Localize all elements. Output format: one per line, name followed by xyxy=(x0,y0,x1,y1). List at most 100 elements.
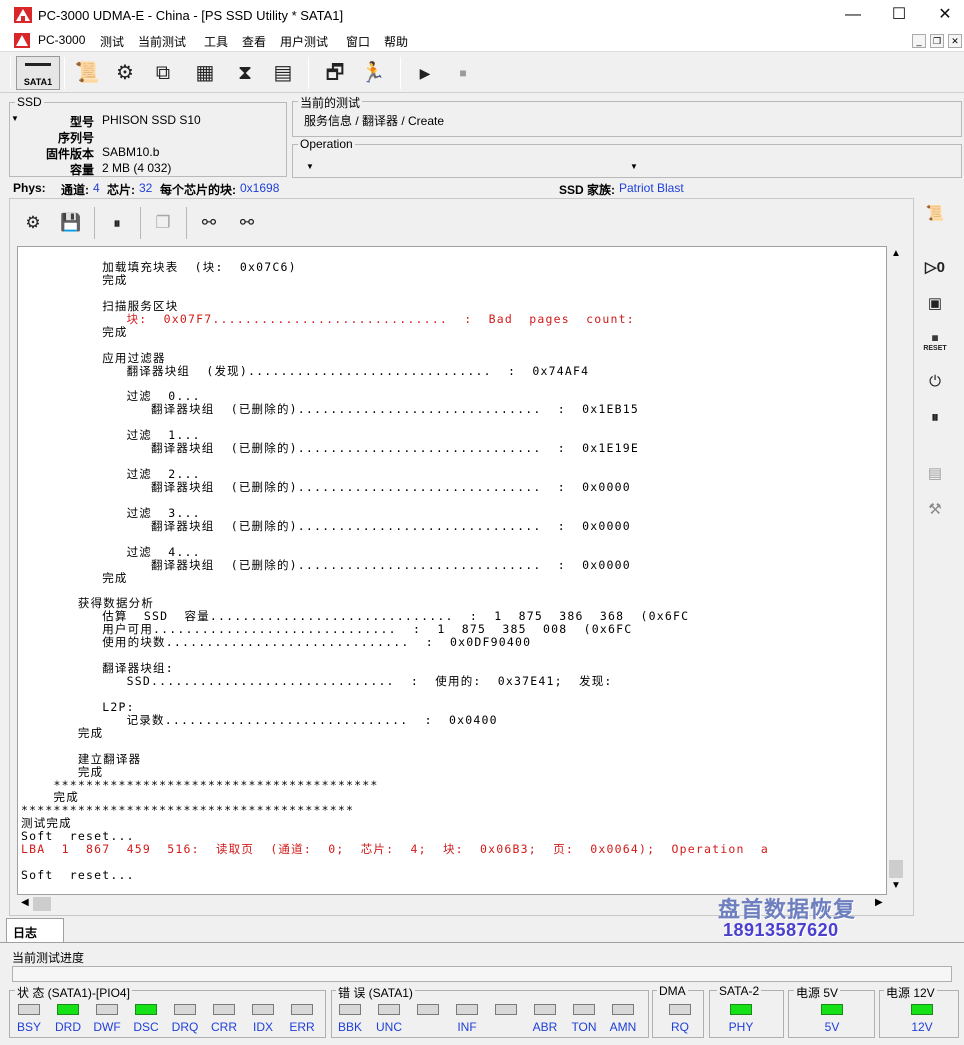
tools-icon[interactable]: ⚒ xyxy=(919,496,951,524)
led-label: INF xyxy=(457,1020,477,1034)
save-disk-icon[interactable]: 💾 xyxy=(56,209,86,237)
scroll-thumb[interactable] xyxy=(889,860,903,878)
mdi-close-button[interactable]: ✕ xyxy=(948,34,962,48)
gear-chip-icon[interactable]: ⚙ xyxy=(108,57,142,89)
toolbar-separator xyxy=(94,207,95,239)
status-led xyxy=(456,1004,478,1015)
toolbar-separator xyxy=(10,57,11,89)
log-line: 块: 0x07F7............................. :… xyxy=(21,311,635,326)
led-label: DWF xyxy=(93,1020,121,1034)
menu-tools[interactable]: 工具 xyxy=(204,33,228,50)
grid-table-icon[interactable]: ▤ xyxy=(266,57,300,89)
led-label: RQ xyxy=(671,1020,689,1034)
right-toolbar: 📜 ▷0 ▣ ▦ RESET ⏻ ⏸ ▤ ⚒ xyxy=(915,198,955,528)
windows-stack-icon[interactable]: 🗗 xyxy=(318,57,352,89)
menu-current-test[interactable]: 当前测试 xyxy=(138,33,186,50)
copy-disabled-icon[interactable]: ❐ xyxy=(148,209,178,237)
ssd-family-label: SSD 家族: xyxy=(559,183,616,197)
led-label: DRD xyxy=(55,1020,81,1034)
blocks-per-chip-value: 0x1698 xyxy=(240,181,280,195)
power5v-group-label: 电源 5V xyxy=(794,984,841,1001)
log-line: 过滤 3... xyxy=(21,505,201,520)
mdi-minimize-button[interactable]: _ xyxy=(912,34,926,48)
led-label: DRQ xyxy=(171,1020,199,1034)
power12v-group-label: 电源 12V xyxy=(884,984,937,1001)
copy-chip-icon[interactable]: ⧉ xyxy=(146,57,180,89)
log-line: 翻译器块组 (已删除的)............................… xyxy=(21,479,631,494)
chip-tool-icon[interactable]: ▦ xyxy=(188,57,222,89)
chip-disabled-icon[interactable]: ▤ xyxy=(919,460,951,488)
stop-icon[interactable]: ■ xyxy=(446,57,480,89)
log-line: 建立翻译器 xyxy=(21,751,142,766)
info-scroll-icon[interactable]: 📜 xyxy=(70,57,104,89)
led-label: AMN xyxy=(609,1020,637,1034)
pause-icon[interactable]: ⏸ xyxy=(102,209,132,237)
log-output[interactable]: 加载填充块表 (块: 0x07C6) 完成 扫描服务区块 块: 0x07F7..… xyxy=(17,246,887,895)
scroll-up-icon[interactable]: ▲ xyxy=(891,248,901,259)
scroll-right-icon[interactable]: ▶ xyxy=(875,897,883,908)
serial-label: 序列号 xyxy=(57,131,94,145)
chips-label: 芯片: xyxy=(107,183,135,197)
log-vertical-scrollbar[interactable]: ▲ ▼ xyxy=(887,246,905,895)
power-switch-icon[interactable]: ⏻ xyxy=(919,368,951,396)
menu-help[interactable]: 帮助 xyxy=(384,33,408,50)
error-group-label: 错 误 (SATA1) xyxy=(336,984,415,1001)
channels-label: 通道: xyxy=(61,183,89,197)
mdi-restore-button[interactable]: ❐ xyxy=(930,34,944,48)
operation-select[interactable]: ▼ ▼ xyxy=(298,159,643,175)
tab-log[interactable]: 日志 xyxy=(6,918,64,942)
close-button[interactable]: ✕ xyxy=(922,4,964,26)
sata-port-button[interactable]: SATA1 xyxy=(16,56,60,90)
status-led xyxy=(252,1004,274,1015)
led-label: ERR xyxy=(289,1020,315,1034)
log-line: 测试完成 xyxy=(21,816,72,831)
log-line: 翻译器块组 (已删除的)............................… xyxy=(21,557,631,572)
hourglass-icon[interactable]: ⧗ xyxy=(228,57,262,89)
main-toolbar: SATA1 📜 ⚙ ⧉ ▦ ⧗ ▤ 🗗 🏃 ▶ ■ xyxy=(0,53,964,93)
scroll-down-icon[interactable]: ▼ xyxy=(891,880,901,891)
capacity-label: 容量 xyxy=(69,163,94,177)
status-led xyxy=(339,1004,361,1015)
phys-label: Phys: xyxy=(13,181,46,195)
led-label: ABR xyxy=(532,1020,558,1034)
app-menu-icon[interactable] xyxy=(14,33,30,48)
menu-user-test[interactable]: 用户测试 xyxy=(280,33,328,50)
toolbar-separator xyxy=(400,57,401,89)
chip-board-icon[interactable]: ▣ xyxy=(919,290,951,318)
led-label: IDX xyxy=(252,1020,273,1034)
status-led xyxy=(18,1004,40,1015)
menu-pc3000[interactable]: PC-3000 xyxy=(38,33,85,47)
reset-icon[interactable]: ▦ RESET xyxy=(919,330,951,358)
menu-test[interactable]: 测试 xyxy=(100,33,124,50)
toolbar-separator xyxy=(308,57,309,89)
maximize-button[interactable]: ☐ xyxy=(876,4,922,26)
pause-icon[interactable]: ⏸ xyxy=(919,404,951,432)
window-title: PC-3000 UDMA-E - China - [PS SSD Utility… xyxy=(38,8,344,23)
settings-chip-icon[interactable]: ⚙ xyxy=(18,209,48,237)
scroll-left-icon[interactable]: ◀ xyxy=(21,897,29,908)
minimize-button[interactable]: — xyxy=(830,4,876,26)
binoculars-icon[interactable]: ⚯ xyxy=(194,209,224,237)
log-line: SSD.............................. : 使用的:… xyxy=(21,674,613,688)
log-line: 记录数.............................. : 0x04… xyxy=(21,712,498,727)
menu-window[interactable]: 窗口 xyxy=(346,33,370,50)
status-led xyxy=(573,1004,595,1015)
led-label: UNC xyxy=(376,1020,402,1034)
log-line: 加载填充块表 (块: 0x07C6) xyxy=(21,260,297,274)
menu-view[interactable]: 查看 xyxy=(242,33,266,50)
binoculars-next-icon[interactable]: ⚯ xyxy=(232,209,262,237)
log-line: ****************************************… xyxy=(21,803,355,818)
hscroll-thumb[interactable] xyxy=(33,897,51,911)
exit-run-icon[interactable]: 🏃 xyxy=(356,57,390,89)
toolbar-separator xyxy=(64,57,65,89)
status-led xyxy=(96,1004,118,1015)
zero-fill-icon[interactable]: ▷0 xyxy=(919,254,951,282)
log-line: 应用过滤器 xyxy=(21,350,166,365)
capacity-value: 2 MB (4 032) xyxy=(102,161,172,175)
log-line: 过滤 2... xyxy=(21,467,201,481)
info-scroll-icon[interactable]: 📜 xyxy=(919,200,951,228)
play-icon[interactable]: ▶ xyxy=(408,57,442,89)
